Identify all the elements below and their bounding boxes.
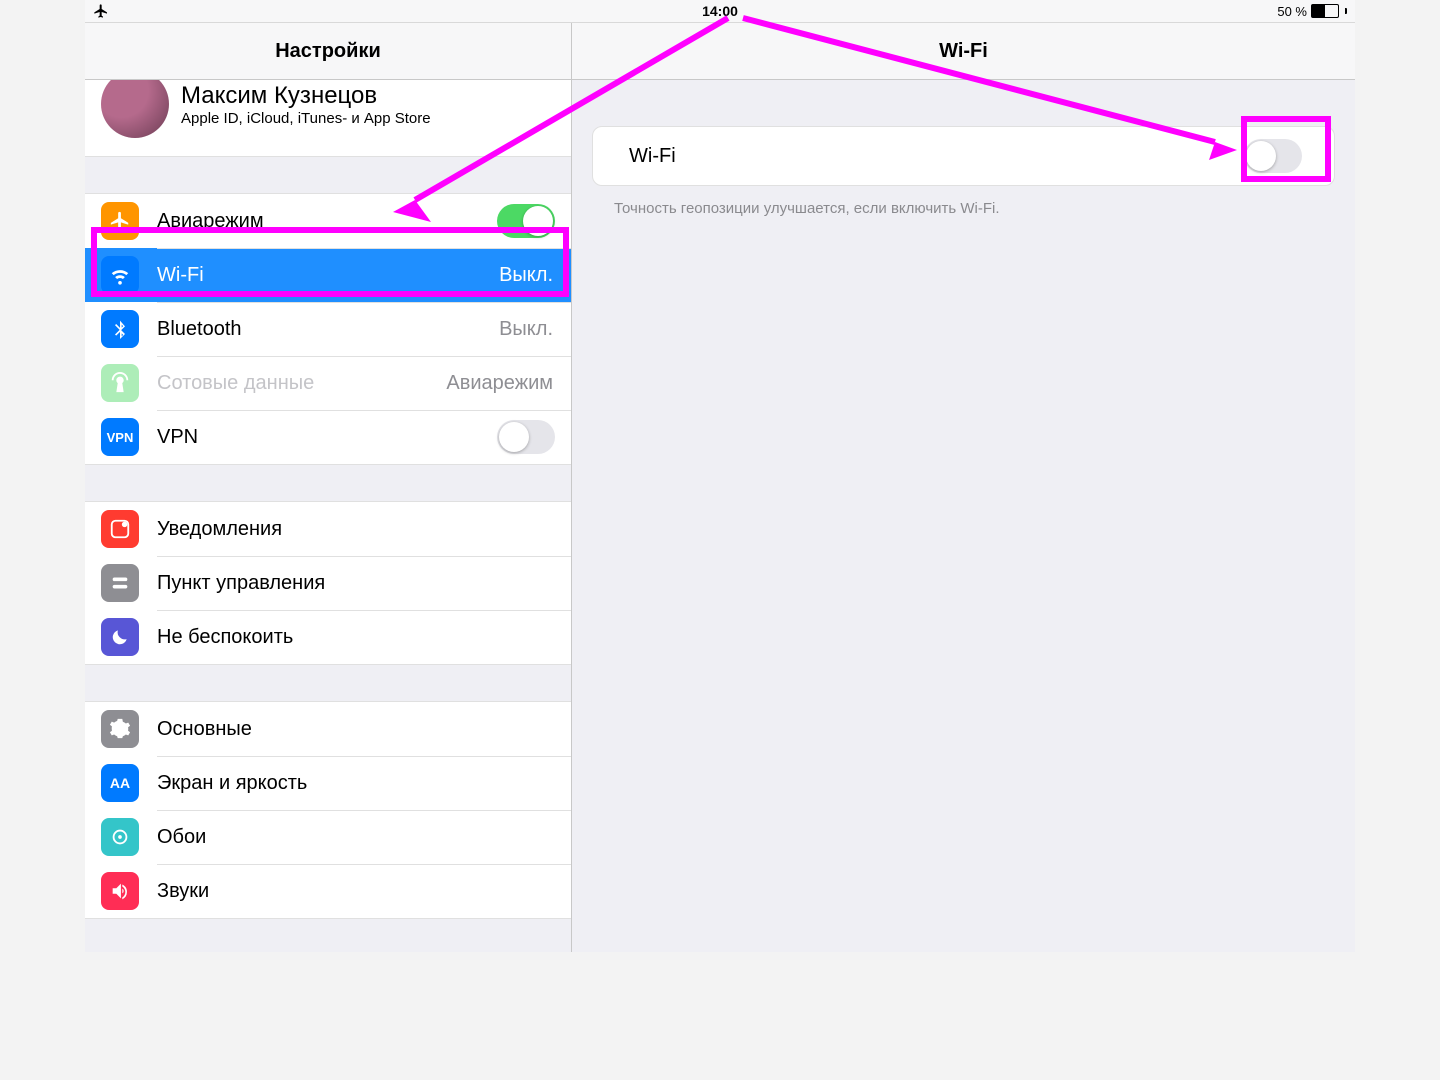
settings-sidebar: Настройки Максим Кузнецов Apple ID, iClo…	[85, 23, 572, 952]
status-time: 14:00	[85, 3, 1355, 19]
sidebar-item-label: Основные	[157, 718, 571, 741]
sidebar-group-network: Авиарежим Wi-Fi Выкл. Blu	[85, 193, 571, 465]
sidebar-item-wifi[interactable]: Wi-Fi Выкл.	[85, 248, 571, 302]
sidebar-titlebar: Настройки	[85, 23, 571, 80]
sidebar-title: Настройки	[275, 40, 381, 63]
sidebar-item-label: Bluetooth	[157, 318, 499, 341]
sidebar-item-display[interactable]: AA Экран и яркость	[85, 756, 571, 810]
account-row[interactable]: Максим Кузнецов Apple ID, iCloud, iTunes…	[85, 80, 571, 157]
sidebar-item-label: VPN	[157, 426, 497, 449]
wifi-toggle[interactable]	[1244, 139, 1302, 173]
sidebar-item-label: Сотовые данные	[157, 372, 446, 395]
wifi-toggle-row[interactable]: Wi-Fi	[592, 126, 1335, 186]
sidebar-item-label: Пункт управления	[157, 572, 571, 595]
airplane-icon	[101, 202, 139, 240]
sidebar-item-value: Выкл.	[499, 318, 553, 341]
moon-icon	[101, 618, 139, 656]
sidebar-item-airplane[interactable]: Авиарежим	[85, 194, 571, 248]
wifi-toggle-label: Wi-Fi	[629, 145, 676, 168]
battery-text: 50 %	[1277, 4, 1307, 19]
status-bar: 14:00 50 %	[85, 0, 1355, 23]
sidebar-item-label: Звуки	[157, 880, 571, 903]
sidebar-item-dnd[interactable]: Не беспокоить	[85, 610, 571, 664]
sidebar-group-notifications: Уведомления Пункт управления Не беспокои…	[85, 501, 571, 665]
sidebar-item-value: Выкл.	[499, 264, 553, 287]
sidebar-item-control-center[interactable]: Пункт управления	[85, 556, 571, 610]
sidebar-group-general: Основные AA Экран и яркость Обои	[85, 701, 571, 919]
cellular-icon	[101, 364, 139, 402]
wifi-icon	[101, 256, 139, 294]
account-subtitle: Apple ID, iCloud, iTunes- и App Store	[181, 110, 431, 127]
sidebar-item-label: Экран и яркость	[157, 772, 571, 795]
sidebar-item-notifications[interactable]: Уведомления	[85, 502, 571, 556]
airplane-icon	[93, 3, 109, 19]
notifications-icon	[101, 510, 139, 548]
sidebar-item-label: Уведомления	[157, 518, 571, 541]
wallpaper-icon	[101, 818, 139, 856]
sidebar-item-bluetooth[interactable]: Bluetooth Выкл.	[85, 302, 571, 356]
text-size-icon: AA	[101, 764, 139, 802]
airplane-toggle[interactable]	[497, 204, 555, 238]
wifi-detail-pane: Wi-Fi Wi-Fi Точность геопозиции улучшает…	[572, 23, 1355, 952]
account-name: Максим Кузнецов	[181, 82, 431, 110]
vpn-toggle[interactable]	[497, 420, 555, 454]
detail-titlebar: Wi-Fi	[572, 23, 1355, 80]
sidebar-item-label: Авиарежим	[157, 210, 497, 233]
bluetooth-icon	[101, 310, 139, 348]
control-center-icon	[101, 564, 139, 602]
sidebar-item-label: Не беспокоить	[157, 626, 571, 649]
sidebar-item-general[interactable]: Основные	[85, 702, 571, 756]
gear-icon	[101, 710, 139, 748]
sidebar-item-value: Авиарежим	[446, 372, 553, 395]
detail-title: Wi-Fi	[939, 40, 988, 63]
wifi-hint: Точность геопозиции улучшается, если вкл…	[614, 200, 1331, 217]
sidebar-item-label: Обои	[157, 826, 571, 849]
battery-icon	[1311, 4, 1339, 18]
sidebar-item-label: Wi-Fi	[157, 264, 499, 287]
sidebar-item-cellular[interactable]: Сотовые данные Авиарежим	[85, 356, 571, 410]
vpn-icon: VPN	[101, 418, 139, 456]
sound-icon	[101, 872, 139, 910]
avatar	[101, 80, 169, 138]
sidebar-item-sounds[interactable]: Звуки	[85, 864, 571, 918]
sidebar-item-wallpaper[interactable]: Обои	[85, 810, 571, 864]
sidebar-item-vpn[interactable]: VPN VPN	[85, 410, 571, 464]
